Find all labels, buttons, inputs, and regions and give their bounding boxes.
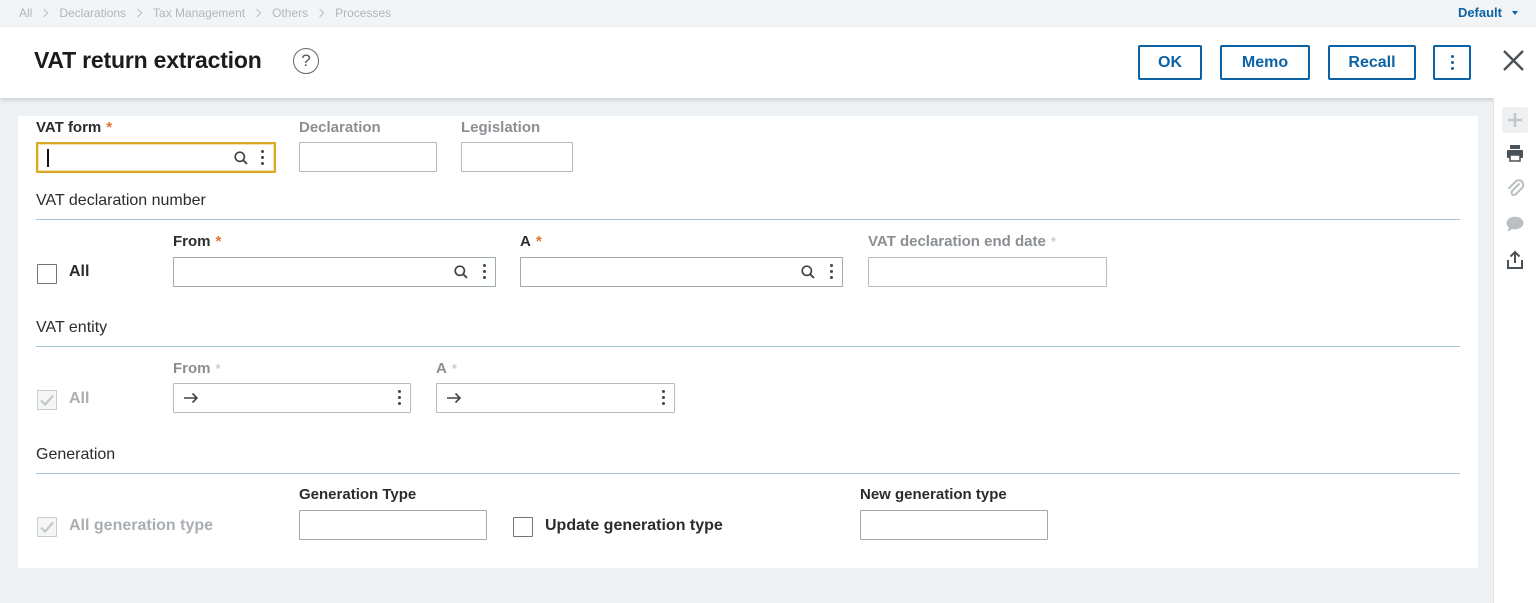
- update-generation-type-label: Update generation type: [545, 517, 723, 534]
- chevron-right-icon: [315, 8, 325, 18]
- entity-to-field[interactable]: [436, 383, 675, 413]
- declaration-label: Declaration: [299, 119, 381, 136]
- end-date-label: VAT declaration end date *: [868, 233, 1056, 250]
- kebab-icon: [1450, 55, 1454, 70]
- end-date-field[interactable]: [868, 257, 1107, 287]
- page-title: VAT return extraction: [34, 47, 262, 73]
- checkmark-icon: [40, 394, 54, 407]
- plus-icon[interactable]: [1502, 107, 1528, 133]
- default-menu-label: Default: [1457, 5, 1502, 20]
- chevron-right-icon: [133, 8, 143, 18]
- share-icon[interactable]: [1504, 249, 1526, 271]
- section-generation: Generation: [36, 446, 1460, 474]
- all-generation-type-checkbox[interactable]: [37, 517, 57, 537]
- field-options-icon[interactable]: [829, 264, 833, 279]
- caret-down-icon: [1512, 10, 1518, 15]
- breadcrumb-bar: All Declarations Tax Management Others P…: [0, 0, 1536, 27]
- update-generation-type-checkbox[interactable]: [513, 517, 533, 537]
- help-icon[interactable]: ?: [293, 48, 319, 74]
- all-declarations-checkbox[interactable]: [37, 264, 57, 284]
- search-icon[interactable]: [454, 265, 468, 279]
- section-vat-declaration-number: VAT declaration number: [36, 192, 1460, 220]
- new-generation-type-label: New generation type: [860, 486, 1007, 503]
- declaration-to-field[interactable]: [520, 257, 843, 287]
- field-options-icon[interactable]: [260, 150, 264, 165]
- all-generation-type-label: All generation type: [69, 517, 214, 534]
- declaration-from-field[interactable]: [173, 257, 496, 287]
- chevron-right-icon: [40, 8, 49, 18]
- print-icon[interactable]: [1504, 142, 1526, 164]
- comment-icon[interactable]: [1504, 213, 1526, 235]
- arrow-right-icon: [447, 392, 462, 404]
- breadcrumb-item-all[interactable]: All: [19, 6, 32, 20]
- text-cursor: [47, 149, 49, 167]
- ok-button[interactable]: OK: [1138, 45, 1202, 80]
- declaration-from-label: From *: [173, 233, 222, 250]
- memo-button[interactable]: Memo: [1220, 45, 1310, 80]
- section-vat-entity: VAT entity: [36, 319, 1460, 347]
- checkmark-icon: [40, 521, 54, 534]
- field-options-icon[interactable]: [397, 390, 401, 405]
- right-toolbar: [1493, 98, 1536, 603]
- vat-form-label: VAT form *: [36, 119, 113, 136]
- breadcrumb-item-processes[interactable]: Processes: [335, 6, 391, 20]
- paperclip-icon[interactable]: [1504, 177, 1526, 199]
- breadcrumb-item-others[interactable]: Others: [272, 6, 308, 20]
- more-actions-button[interactable]: [1433, 45, 1471, 80]
- default-menu[interactable]: Default: [1458, 5, 1518, 20]
- entity-to-label: A *: [436, 360, 457, 377]
- field-options-icon[interactable]: [482, 264, 486, 279]
- breadcrumb-item-tax-management[interactable]: Tax Management: [153, 6, 245, 20]
- generation-type-field[interactable]: [299, 510, 487, 540]
- recall-button[interactable]: Recall: [1328, 45, 1416, 80]
- breadcrumb-item-declarations[interactable]: Declarations: [59, 6, 126, 20]
- legislation-field[interactable]: [461, 142, 573, 172]
- all-declarations-label: All: [69, 263, 90, 280]
- page-header: VAT return extraction ? OK Memo Recall: [0, 27, 1536, 98]
- field-options-icon[interactable]: [661, 390, 665, 405]
- close-icon[interactable]: [1500, 47, 1527, 74]
- arrow-right-icon: [184, 392, 199, 404]
- breadcrumb: All Declarations Tax Management Others P…: [19, 6, 391, 20]
- declaration-to-label: A *: [520, 233, 542, 250]
- declaration-field[interactable]: [299, 142, 437, 172]
- all-entities-checkbox[interactable]: [37, 390, 57, 410]
- legislation-label: Legislation: [461, 119, 541, 136]
- generation-type-label: Generation Type: [299, 486, 417, 503]
- search-icon[interactable]: [234, 151, 248, 165]
- all-entities-label: All: [69, 390, 90, 407]
- search-icon[interactable]: [801, 265, 815, 279]
- entity-from-field[interactable]: [173, 383, 411, 413]
- form-panel: VAT form * Declaration Legislation VAT de…: [18, 116, 1478, 568]
- chevron-right-icon: [252, 8, 262, 18]
- vat-form-field[interactable]: [36, 142, 276, 173]
- entity-from-label: From *: [173, 360, 221, 377]
- new-generation-type-field[interactable]: [860, 510, 1048, 540]
